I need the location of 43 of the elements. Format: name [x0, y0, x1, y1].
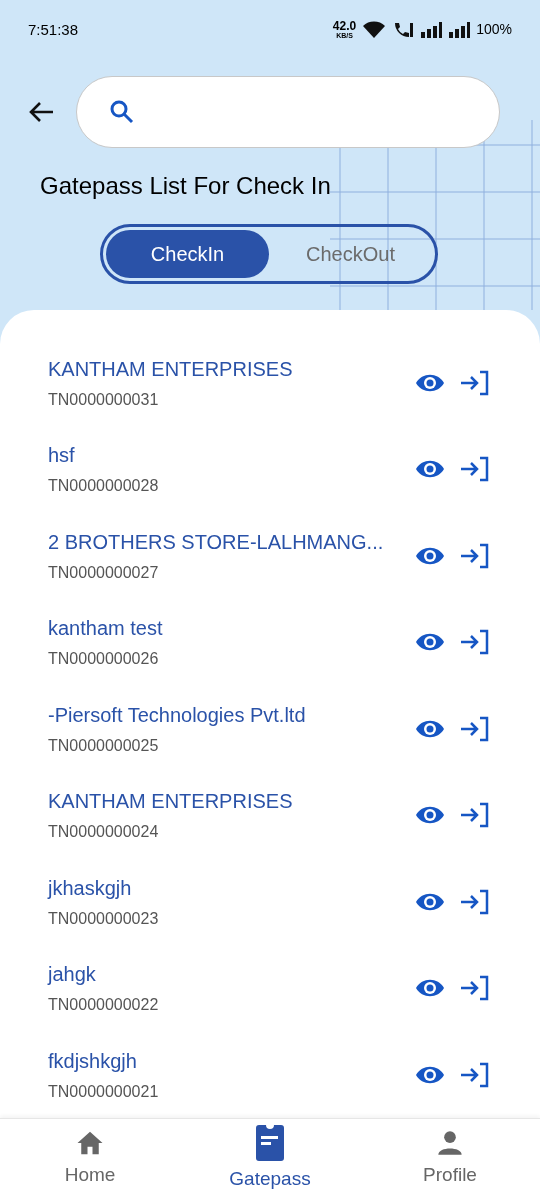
gatepass-number: TN0000000027 — [48, 562, 160, 583]
company-name[interactable]: KANTHAM ENTERPRISES — [48, 786, 412, 817]
signal-icon — [448, 20, 471, 39]
signal-icon — [420, 20, 443, 39]
company-name[interactable]: jkhaskgjh — [48, 872, 412, 903]
segment-tab[interactable]: CheckIn — [106, 229, 269, 278]
call-icon — [392, 20, 415, 39]
back-arrow-icon — [29, 100, 55, 123]
company-name[interactable]: kantham test — [48, 613, 412, 644]
ticket-icon — [256, 1125, 284, 1162]
gatepass-number: TN0000000022 — [48, 995, 160, 1016]
search-icon — [109, 98, 135, 125]
login-icon — [459, 542, 489, 569]
wifi-icon — [362, 20, 387, 39]
company-name[interactable]: jahgk — [48, 959, 412, 990]
company-name[interactable]: fkdjshkgjh — [48, 1045, 412, 1076]
gatepass-number: TN0000000025 — [48, 735, 160, 756]
login-icon — [459, 1061, 489, 1088]
company-name[interactable]: KANTHAM ENTERPRISES — [48, 353, 412, 384]
gatepass-number: TN0000000021 — [48, 1081, 160, 1102]
nav-tab[interactable]: Home — [0, 1119, 180, 1200]
company-name[interactable]: 2 BROTHERS STORE-LALHMANG... — [48, 526, 412, 557]
status-time: 7:51:38 — [28, 19, 79, 40]
person-icon — [436, 1129, 464, 1158]
nav-tab[interactable]: Gatepass — [180, 1119, 360, 1200]
page-title: Gatepass List For Check In — [40, 170, 331, 201]
gatepass-number: TN0000000028 — [48, 476, 160, 497]
battery-level: 100% — [476, 20, 512, 40]
company-name[interactable]: hsf — [48, 440, 412, 471]
login-icon — [459, 369, 489, 396]
login-icon — [459, 629, 489, 656]
gatepass-number: TN0000000023 — [48, 908, 160, 929]
gatepass-number: TN0000000026 — [48, 649, 160, 670]
login-icon — [459, 888, 489, 915]
login-icon — [459, 715, 489, 742]
segment-tab[interactable]: CheckOut — [269, 229, 432, 278]
gatepass-number: TN0000000024 — [48, 822, 160, 843]
login-icon — [459, 802, 489, 829]
company-name[interactable]: -Piersoft Technologies Pvt.ltd — [48, 699, 412, 730]
login-icon — [459, 975, 489, 1002]
nav-tab[interactable]: Profile — [360, 1119, 540, 1200]
login-icon — [459, 456, 489, 483]
gatepass-number: TN0000000031 — [48, 389, 160, 410]
